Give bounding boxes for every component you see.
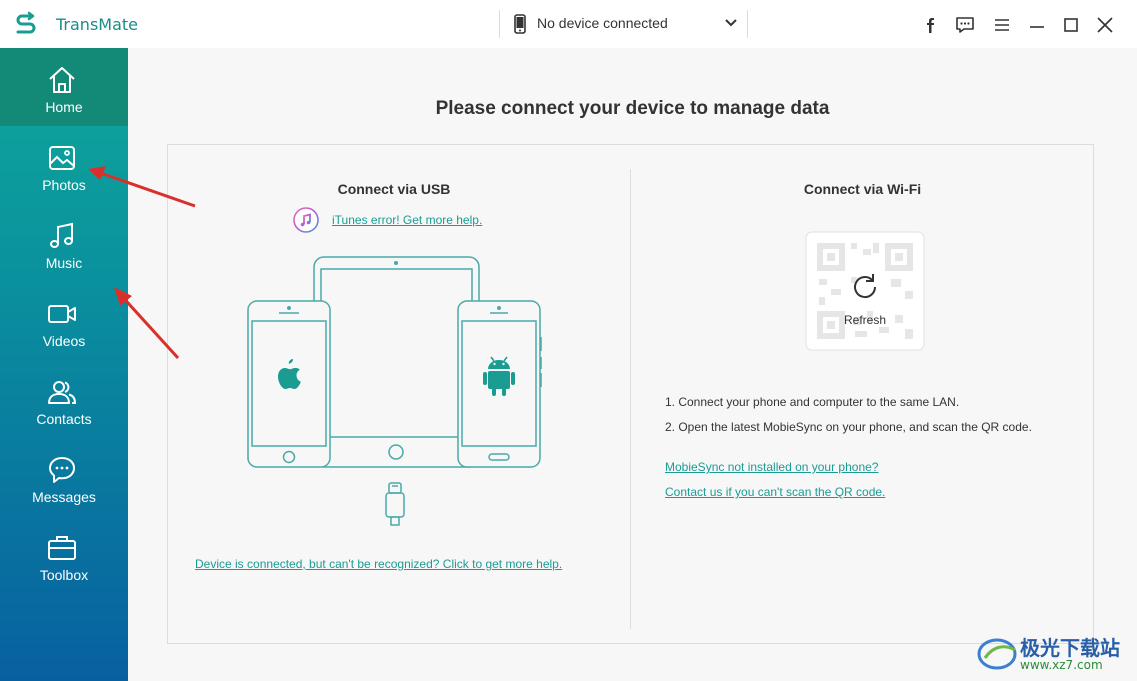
page-title: Please connect your device to manage dat… <box>435 98 830 119</box>
close-icon <box>1097 17 1113 33</box>
refresh-label[interactable]: Refresh <box>805 313 925 327</box>
wifi-instruction-1: 1. Connect your phone and computer to th… <box>665 395 960 409</box>
mobiesync-not-installed-link[interactable]: MobieSync not installed on your phone? <box>665 460 878 474</box>
devices-illustration <box>247 256 542 526</box>
sidebar-item-label: Music <box>45 255 83 271</box>
refresh-icon[interactable] <box>849 271 881 303</box>
annotation-arrow-photos <box>88 166 196 208</box>
wifi-instruction-2: 2. Open the latest MobieSync on your pho… <box>665 420 1032 434</box>
sidebar-item-messages[interactable]: Messages <box>0 438 128 516</box>
maximize-button[interactable] <box>1060 14 1082 36</box>
message-icon <box>49 457 75 483</box>
itunes-help-link[interactable]: iTunes error! Get more help. <box>332 213 482 227</box>
sidebar-item-label: Home <box>45 99 83 115</box>
watermark-text: 极光下载站 <box>1020 636 1120 660</box>
sidebar-item-music[interactable]: Music <box>0 204 128 282</box>
panel-divider <box>630 169 631 629</box>
maximize-icon <box>1064 18 1078 32</box>
phone-icon <box>514 14 526 34</box>
facebook-icon <box>927 18 934 33</box>
minimize-button[interactable] <box>1026 14 1048 36</box>
sidebar-item-label: Toolbox <box>39 567 89 583</box>
title-bar: TransMate No device connected <box>0 0 1137 48</box>
sidebar: Home Photos Music Videos Contacts Messag… <box>0 48 128 681</box>
app-window: TransMate No device connected Home Photo… <box>0 0 1137 681</box>
toolbox-icon <box>48 536 76 560</box>
cant-scan-qr-link[interactable]: Contact us if you can't scan the QR code… <box>665 485 885 499</box>
feedback-button[interactable] <box>954 14 976 36</box>
sidebar-item-label: Contacts <box>36 411 92 427</box>
wifi-section-title: Connect via Wi-Fi <box>803 181 922 197</box>
home-icon <box>49 67 75 93</box>
device-selector[interactable]: No device connected <box>499 10 748 38</box>
watermark-url: www.xz7.com <box>1020 658 1103 672</box>
connect-panel: Connect via USB iTunes error! Get more h… <box>167 144 1094 644</box>
sidebar-item-contacts[interactable]: Contacts <box>0 360 128 438</box>
itunes-icon <box>293 207 319 233</box>
video-icon <box>48 305 76 323</box>
sidebar-item-home[interactable]: Home <box>0 48 128 126</box>
device-selector-label: No device connected <box>537 15 668 31</box>
hamburger-menu-icon <box>995 19 1009 31</box>
facebook-button[interactable] <box>919 14 941 36</box>
usb-section-title: Connect via USB <box>337 181 451 197</box>
close-button[interactable] <box>1094 14 1116 36</box>
contacts-icon <box>48 381 77 404</box>
annotation-arrow-music <box>114 287 180 360</box>
chat-icon <box>956 17 974 33</box>
music-icon <box>50 222 73 248</box>
sidebar-item-toolbox[interactable]: Toolbox <box>0 516 128 594</box>
sidebar-item-label: Messages <box>32 489 96 505</box>
app-title: TransMate <box>56 15 139 34</box>
photo-icon <box>49 146 75 170</box>
minimize-icon <box>1030 26 1044 28</box>
main-content: Please connect your device to manage dat… <box>128 48 1137 681</box>
transmate-logo-icon <box>16 11 36 34</box>
chevron-down-icon <box>725 19 737 27</box>
menu-button[interactable] <box>991 14 1013 36</box>
device-not-recognized-link[interactable]: Device is connected, but can't be recogn… <box>195 557 562 571</box>
